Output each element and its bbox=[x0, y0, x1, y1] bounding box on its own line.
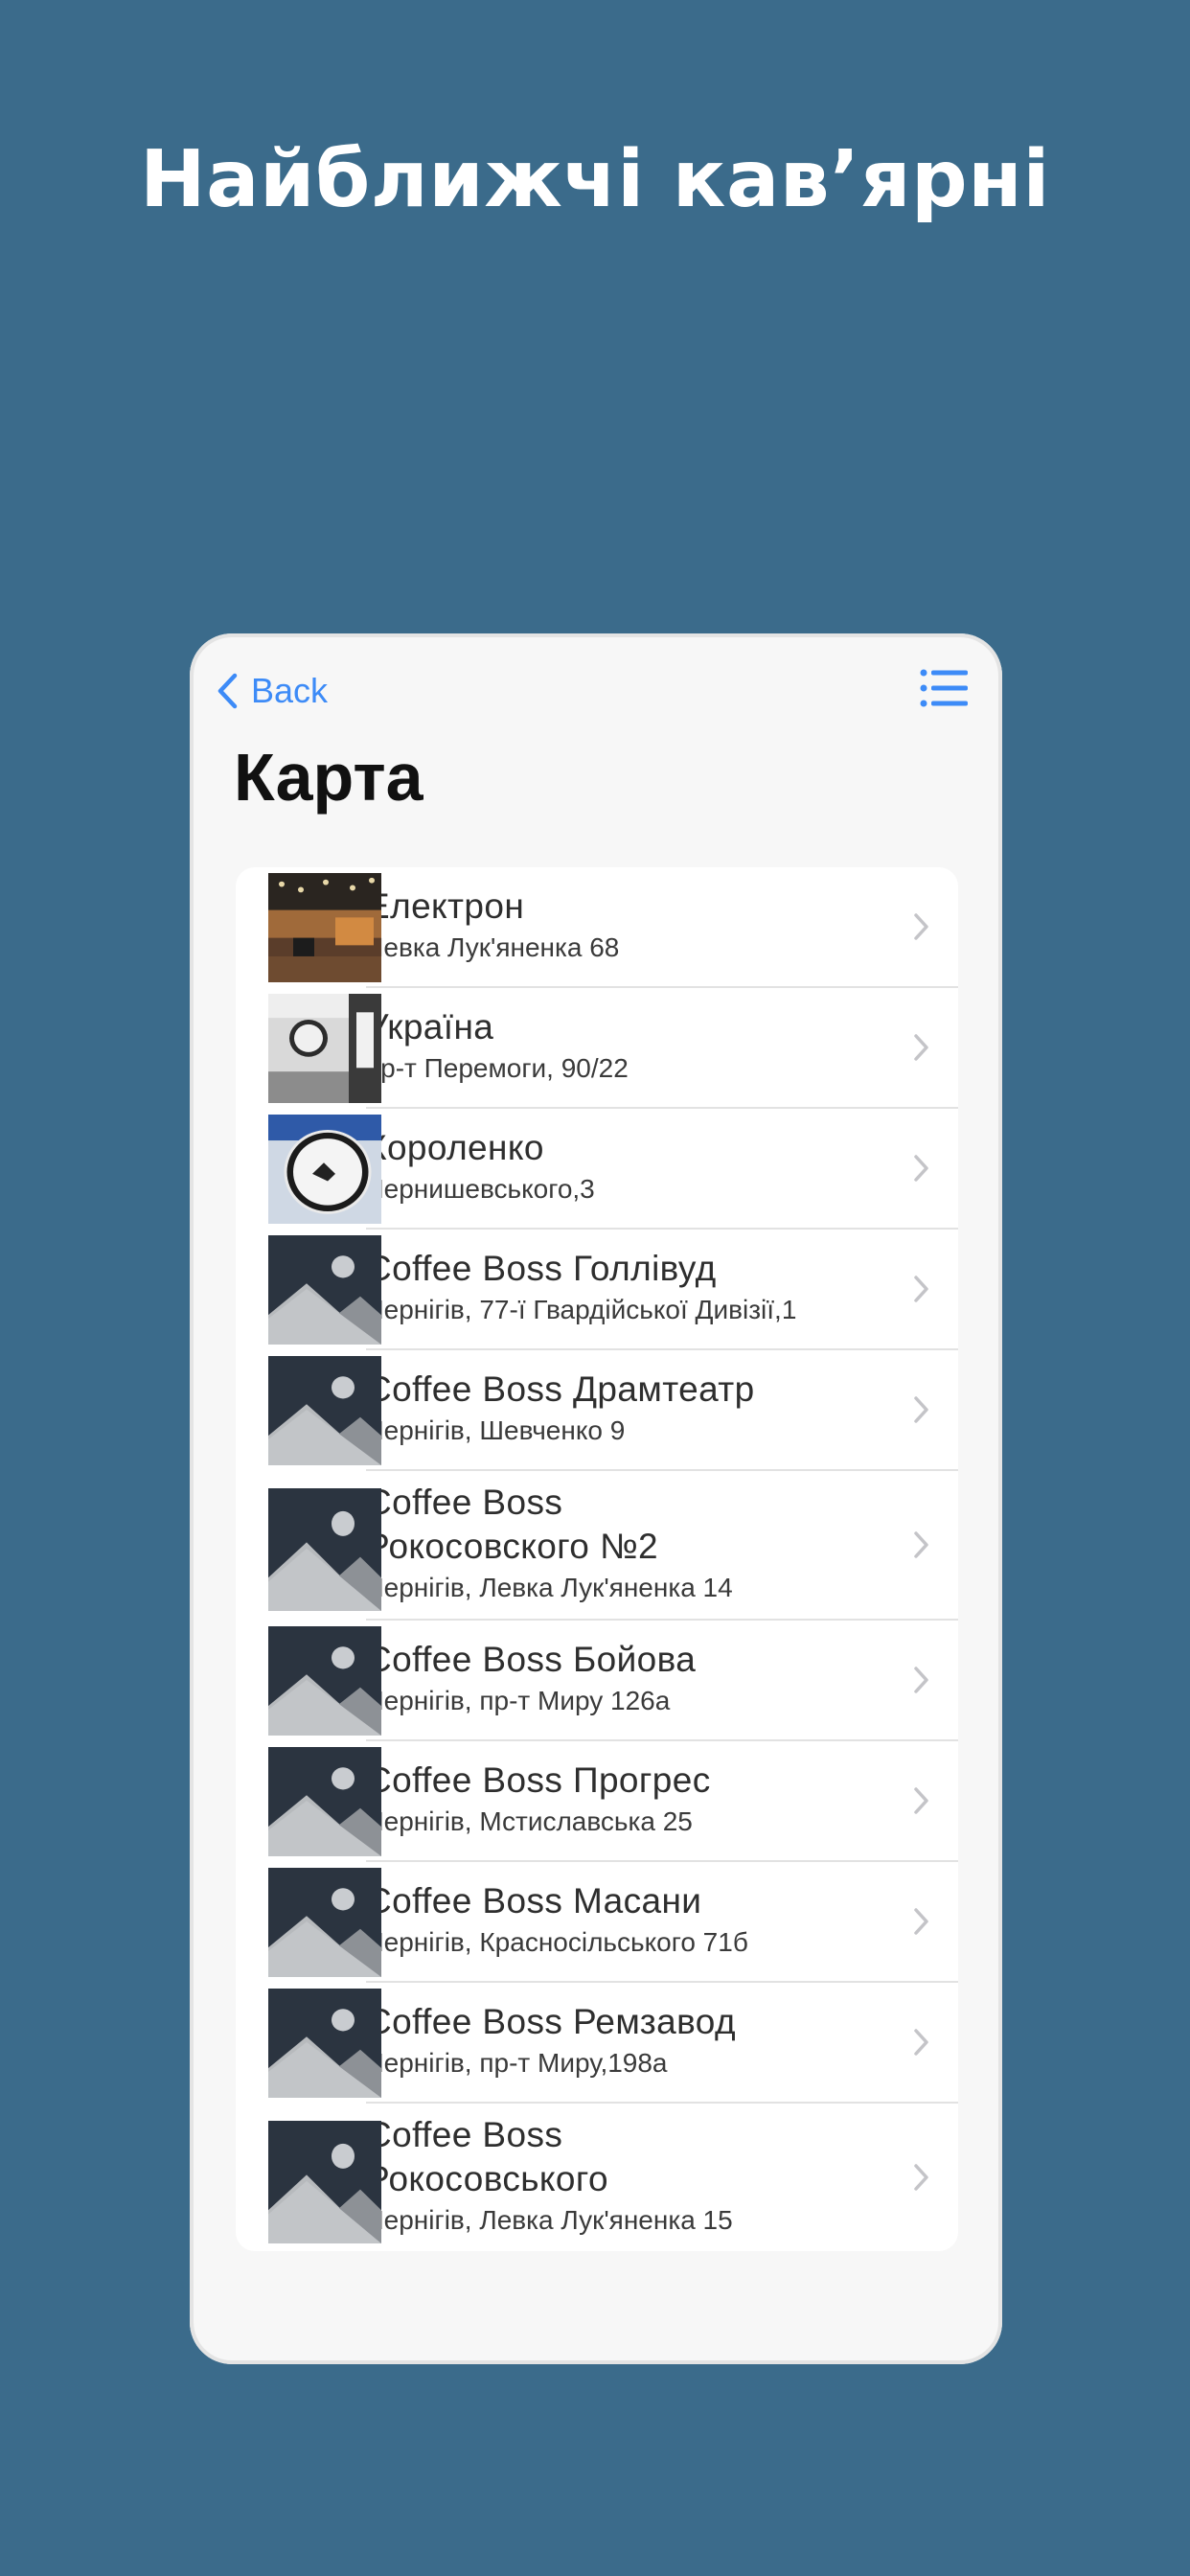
cafe-name: Coffee Boss Прогрес bbox=[366, 1760, 711, 1800]
cafe-text: Coffee Boss Ремзавод Чернігів, пр-т Миру,… bbox=[366, 1990, 958, 2094]
cafe-list-item[interactable]: Coffee Boss Голлівуд Чернігів, 77-ї Гвард… bbox=[268, 1230, 958, 1350]
cafe-address: пр-т Перемоги, 90/22 bbox=[366, 1053, 629, 1083]
cafe-photo bbox=[268, 1115, 381, 1224]
chevron-right-icon bbox=[912, 2025, 931, 2059]
chevron-right-icon bbox=[912, 1272, 931, 1306]
cafe-address: Чернігів, пр-т Миру,198а bbox=[366, 2048, 668, 2078]
cafe-address: Чернігів, Мстиславська 25 bbox=[366, 1806, 693, 1836]
cafe-address: Чернишевського,3 bbox=[366, 1174, 595, 1204]
cafe-text: Coffee Boss Рокосовського Чернігів, Левка… bbox=[366, 2104, 958, 2251]
back-label: Back bbox=[251, 671, 329, 710]
cafe-photo bbox=[268, 994, 381, 1103]
list-view-button[interactable] bbox=[920, 668, 968, 708]
cafe-address: Чернігів, Красносільського 71б bbox=[366, 1927, 748, 1957]
page-title: Карта bbox=[234, 740, 423, 815]
list-icon bbox=[920, 669, 968, 707]
cafe-address: Чернігів, Левка Лук'яненка 15 bbox=[366, 2205, 733, 2235]
cafe-name: Короленко bbox=[366, 1128, 544, 1167]
cafe-text: Coffee Boss Голлівуд Чернігів, 77-ї Гвард… bbox=[366, 1237, 958, 1341]
cafe-address: Чернігів, Шевченко 9 bbox=[366, 1415, 626, 1445]
cafe-list-item[interactable]: Електрон Левка Лук'яненка 68 bbox=[268, 867, 958, 988]
chevron-right-icon bbox=[912, 909, 931, 944]
cafe-name: Coffee Boss Ремзавод bbox=[366, 2002, 736, 2041]
chevron-right-icon bbox=[912, 1904, 931, 1939]
cafe-name: Coffee Boss Рокосовского №2 bbox=[366, 1483, 659, 1566]
chevron-right-icon bbox=[912, 1663, 931, 1697]
chevron-left-icon bbox=[217, 673, 238, 709]
chevron-right-icon bbox=[912, 1528, 931, 1562]
cafe-address: Чернігів, Левка Лук'яненка 14 bbox=[366, 1573, 733, 1602]
promo-headline: Найближчі кав’ярні bbox=[140, 134, 1050, 225]
placeholder-image-icon bbox=[268, 2121, 381, 2243]
cafe-address: Чернігів, пр-т Миру 126а bbox=[366, 1686, 671, 1715]
cafe-list-item[interactable]: Coffee Boss Прогрес Чернігів, Мстиславськ… bbox=[268, 1741, 958, 1862]
cafe-text: Coffee Boss Рокосовского №2 Чернігів, Лев… bbox=[366, 1471, 958, 1619]
chevron-right-icon bbox=[912, 1783, 931, 1818]
cafe-text: Coffee Boss Прогрес Чернігів, Мстиславськ… bbox=[366, 1749, 958, 1852]
cafe-list-item[interactable]: Coffee Boss Драмтеатр Чернігів, Шевченко … bbox=[268, 1350, 958, 1471]
cafe-address: Чернігів, 77-ї Гвардійської Дивізії,1 bbox=[366, 1295, 797, 1324]
cafe-list-item[interactable]: Україна пр-т Перемоги, 90/22 bbox=[268, 988, 958, 1109]
cafe-text: Україна пр-т Перемоги, 90/22 bbox=[366, 996, 958, 1099]
cafe-list-item[interactable]: Coffee Boss Рокосовського Чернігів, Левка… bbox=[268, 2104, 958, 2251]
chevron-right-icon bbox=[912, 1392, 931, 1427]
cafe-list-item[interactable]: Coffee Boss Бойова Чернігів, пр-т Миру 12… bbox=[268, 1621, 958, 1741]
placeholder-image-icon bbox=[268, 1488, 381, 1611]
cafe-name: Coffee Boss Драмтеатр bbox=[366, 1369, 755, 1409]
cafe-list-item[interactable]: Coffee Boss Рокосовского №2 Чернігів, Лев… bbox=[268, 1471, 958, 1621]
cafe-name: Електрон bbox=[366, 886, 525, 926]
placeholder-image-icon bbox=[268, 1626, 381, 1736]
cafe-photo bbox=[268, 873, 381, 982]
placeholder-image-icon bbox=[268, 1235, 381, 1345]
cafe-name: Coffee Boss Масани bbox=[366, 1881, 702, 1920]
placeholder-image-icon bbox=[268, 1747, 381, 1856]
cafe-list-item[interactable]: Короленко Чернишевського,3 bbox=[268, 1109, 958, 1230]
cafe-name: Coffee Boss Рокосовського bbox=[366, 2115, 608, 2198]
cafe-list-item[interactable]: Coffee Boss Ремзавод Чернігів, пр-т Миру,… bbox=[268, 1983, 958, 2104]
cafe-text: Coffee Boss Драмтеатр Чернігів, Шевченко … bbox=[366, 1358, 958, 1461]
cafe-name: Coffee Boss Голлівуд bbox=[366, 1249, 717, 1288]
phone-screen: Back Карта Електрон Левка Лук'яненка 68 Ук… bbox=[190, 633, 1002, 2364]
chevron-right-icon bbox=[912, 2160, 931, 2195]
cafe-text: Короленко Чернишевського,3 bbox=[366, 1116, 958, 1220]
cafe-name: Україна bbox=[366, 1007, 494, 1046]
placeholder-image-icon bbox=[268, 1868, 381, 1977]
cafe-text: Coffee Boss Масани Чернігів, Красносільсь… bbox=[366, 1870, 958, 1973]
cafe-name: Coffee Boss Бойова bbox=[366, 1640, 697, 1679]
cafe-list-item[interactable]: Coffee Boss Масани Чернігів, Красносільсь… bbox=[268, 1862, 958, 1983]
cafe-text: Електрон Левка Лук'яненка 68 bbox=[366, 875, 958, 978]
chevron-right-icon bbox=[912, 1151, 931, 1185]
nav-bar: Back bbox=[190, 633, 1002, 739]
placeholder-image-icon bbox=[268, 1989, 381, 2098]
placeholder-image-icon bbox=[268, 1356, 381, 1465]
cafe-text: Coffee Boss Бойова Чернігів, пр-т Миру 12… bbox=[366, 1628, 958, 1732]
cafe-list: Електрон Левка Лук'яненка 68 Україна пр-т П… bbox=[236, 867, 958, 2251]
back-button[interactable]: Back bbox=[217, 662, 328, 720]
chevron-right-icon bbox=[912, 1030, 931, 1065]
cafe-address: Левка Лук'яненка 68 bbox=[366, 932, 620, 962]
